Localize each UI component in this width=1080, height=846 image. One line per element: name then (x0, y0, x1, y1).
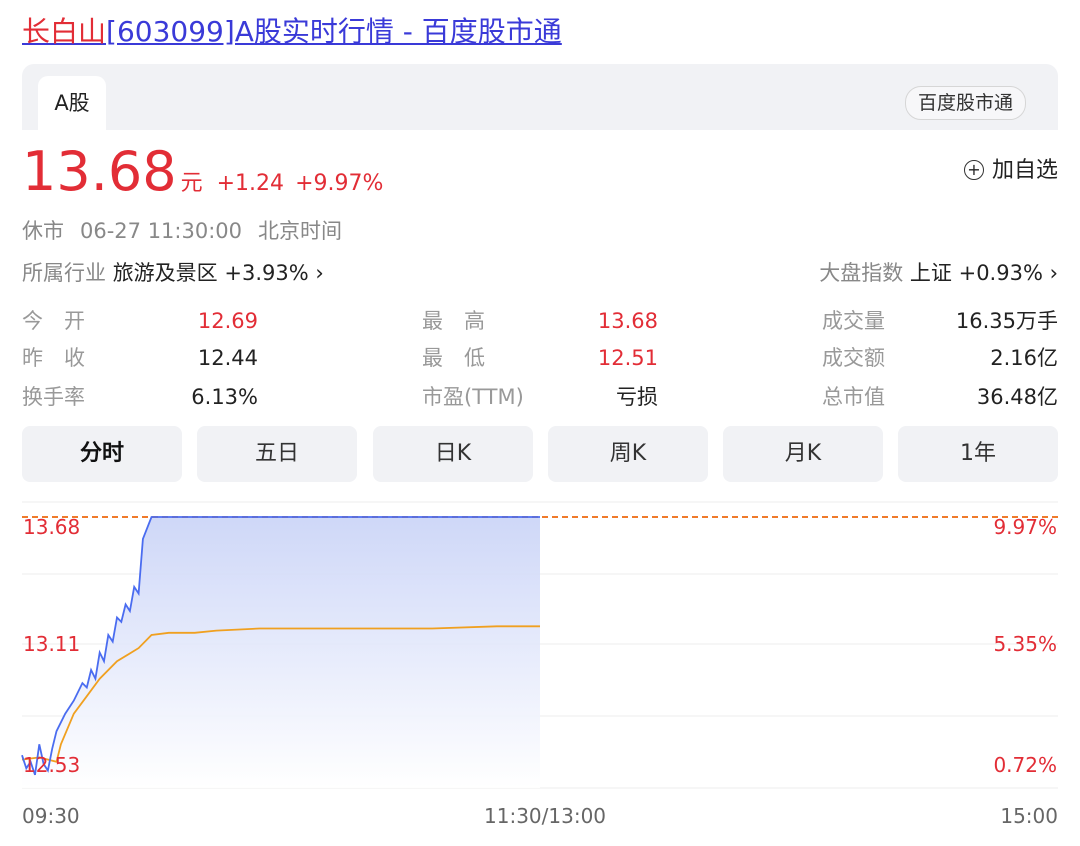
stat-value-turnover: 2.16亿 (990, 346, 1058, 370)
stat-label-high: 最 高 (422, 309, 485, 333)
stat-value-market-cap: 36.48亿 (976, 385, 1058, 409)
tab-weekly-k[interactable]: 周K (548, 426, 708, 482)
stat-label-low: 最 低 (422, 346, 485, 370)
market-index-link[interactable]: 大盘指数 上证 +0.93% › (819, 258, 1058, 288)
stat-label-market-cap: 总市值 (822, 385, 885, 409)
tab-intraday[interactable]: 分时 (22, 426, 182, 482)
price-change: +1.24 (216, 171, 285, 196)
stat-value-turnover-rate: 6.13% (191, 385, 258, 409)
time-label-close: 15:00 (1000, 804, 1058, 828)
industry-link[interactable]: 所属行业 旅游及景区 +3.93% › (22, 258, 324, 288)
stat-value-prev-close: 12.44 (197, 346, 258, 370)
plus-circle-icon: + (963, 160, 984, 180)
stat-value-open: 12.69 (197, 309, 258, 333)
y-label-top: 13.68 (23, 515, 80, 539)
stat-value-pe-ttm: 亏损 (616, 385, 658, 409)
tab-a-share[interactable]: A股 (38, 76, 106, 130)
current-price: 13.68 (22, 140, 177, 203)
add-watchlist-button[interactable]: + 加自选 (963, 156, 1058, 186)
stat-value-low: 12.51 (597, 346, 658, 370)
y-label-bottom: 12.53 (23, 753, 80, 777)
stat-label-prev-close: 昨 收 (22, 346, 85, 370)
chevron-right-icon: › (315, 261, 324, 285)
tab-monthly-k[interactable]: 月K (723, 426, 883, 482)
pct-label-bottom: 0.72% (993, 753, 1057, 777)
industry-name: 旅游及景区 (112, 261, 218, 285)
stat-label-volume: 成交量 (822, 309, 885, 333)
status-timezone: 北京时间 (258, 219, 343, 243)
stat-value-high: 13.68 (597, 309, 658, 333)
tab-five-day[interactable]: 五日 (197, 426, 357, 482)
stat-value-volume: 16.35万手 (955, 309, 1058, 333)
stat-label-open: 今 开 (22, 309, 85, 333)
stat-label-turnover: 成交额 (822, 346, 885, 370)
index-name: 上证 (909, 261, 952, 285)
price-row: 13.68 元 +1.24 +9.97% (22, 140, 383, 204)
stat-label-pe-ttm: 市盈(TTM) (422, 385, 524, 409)
industry-change: +3.93% (224, 261, 309, 285)
intraday-chart[interactable]: 13.68 13.11 12.53 9.97% 5.35% 0.72% (0, 490, 1080, 796)
y-label-mid: 13.11 (23, 632, 80, 656)
page-title[interactable]: 长白山[603099]A股实时行情 - 百度股市通 (22, 12, 562, 52)
time-label-open: 09:30 (22, 804, 80, 828)
index-change: +0.93% (958, 261, 1043, 285)
price-unit: 元 (180, 171, 203, 196)
market-status: 休市 06-27 11:30:00 北京时间 (22, 216, 358, 246)
source-button[interactable]: 百度股市通 (904, 86, 1026, 120)
tab-one-year[interactable]: 1年 (898, 426, 1058, 482)
price-change-pct: +9.97% (295, 171, 384, 196)
status-text: 休市 (22, 219, 64, 243)
status-datetime: 06-27 11:30:00 (80, 219, 243, 243)
tab-daily-k[interactable]: 日K (373, 426, 533, 482)
pct-label-top: 9.97% (993, 515, 1057, 539)
stat-label-turnover-rate: 换手率 (22, 385, 85, 409)
chevron-right-icon: › (1049, 261, 1058, 285)
market-tab-bar: A股 百度股市通 (22, 64, 1058, 130)
pct-label-mid: 5.35% (993, 632, 1057, 656)
time-label-midday: 11:30/13:00 (484, 804, 607, 828)
